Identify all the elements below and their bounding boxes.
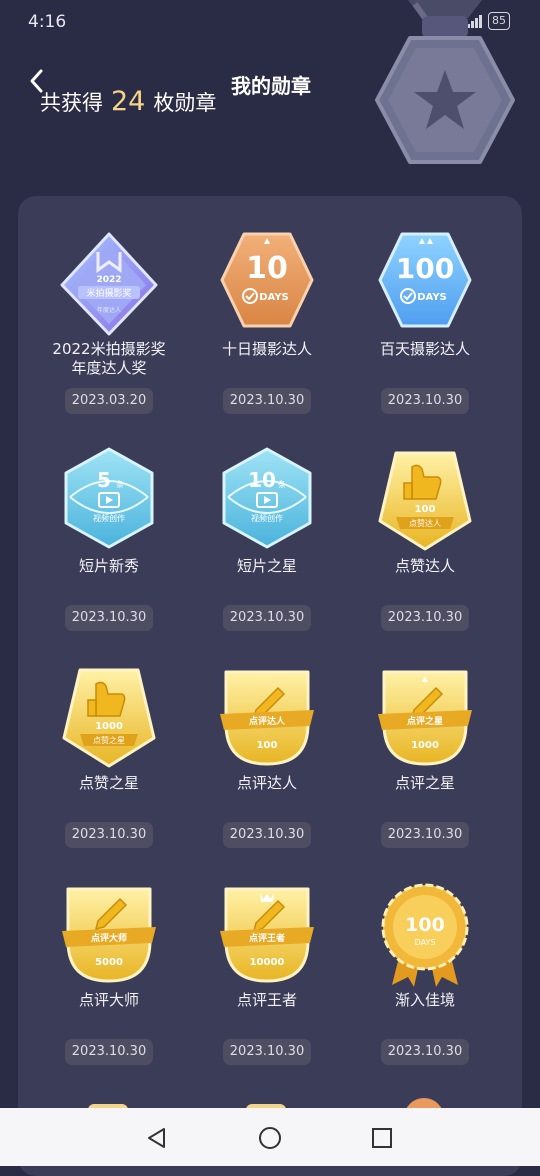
medal-icon-text: 10000 [250,957,285,968]
medal-icon-sub: 视频创作 [251,513,283,523]
summary-suffix: 枚勋章 [153,91,217,115]
medal-item[interactable]: 点评之星 1000 点评之星 2023.10.30 [346,664,504,864]
medal-name: 短片新秀 [78,557,139,575]
video-ten-medal-icon: 10 条 视频创作 [222,447,312,549]
medal-icon-sub: 点评王者 [249,932,285,944]
medal-summary: 共获得 24 枚勋章 [40,86,216,117]
medal-grid-panel: 2022 米拍摄影奖 年度达人 2022米拍摄影奖年度达人奖 2023.03.2… [18,196,522,1176]
medal-name: 渐入佳境 [394,991,455,1009]
medal-name: 点评王者 [236,991,297,1009]
medal-item[interactable]: 1000 点赞之星 点赞之星 2023.10.30 [30,664,188,864]
summary-prefix: 共获得 [40,91,103,115]
medal-icon-text: 100 [415,504,436,515]
medal-name: 点赞之星 [78,774,139,792]
medal-item[interactable]: 100 DAYS 百天摄影达人 2023.10.30 [346,230,504,430]
medal-date: 2023.10.30 [223,822,311,848]
medal-item[interactable]: 10 条 视频创作 短片之星 2023.10.30 [188,447,346,647]
medal-icon-text: 5 [97,468,111,492]
review-master-medal-icon: 点评大师 5000 [62,887,156,983]
medal-item[interactable]: 10 DAYS 十日摄影达人 2023.10.30 [188,230,346,430]
medal-item[interactable]: 2022 米拍摄影奖 年度达人 2022米拍摄影奖年度达人奖 2023.03.2… [30,230,188,430]
medal-icon-text: 1000 [411,740,439,751]
medal-icon-text: 100 [396,252,454,285]
medal-icon-sub: 点评大师 [91,932,127,944]
medal-icon-sub: 视频创作 [93,513,125,523]
status-time: 4:16 [28,12,67,32]
medal-date: 2023.10.30 [223,605,311,631]
medal-icon-sub: 点评之星 [407,715,443,727]
medal-item[interactable]: 100 DAYS 渐入佳境 2023.10.30 [346,881,504,1081]
medal-item[interactable]: 100 点赞达人 点赞达人 2023.10.30 [346,447,504,647]
medal-icon-sub: DAYS [415,938,436,947]
medal-item[interactable]: 点评王者 10000 点评王者 2023.10.30 [188,881,346,1081]
medal-name: 短片之星 [236,557,297,575]
medal-icon-text: 100 [405,914,445,936]
medal-date: 2023.10.30 [65,605,153,631]
review-king-medal-icon: 点评王者 10000 [220,887,314,983]
medal-date: 2023.10.30 [223,1039,311,1065]
medal-name: 点评大师 [78,991,139,1009]
medal-count: 24 [111,86,146,117]
medal-date: 2023.10.30 [381,388,469,414]
review-hundred-medal-icon: 点评达人 100 [220,670,314,766]
rosette-hundred-days-medal-icon: 100 DAYS [381,883,469,987]
medal-name: 点评之星 [394,774,455,792]
back-triangle-icon[interactable] [144,1125,170,1151]
medal-name: 2022米拍摄影奖年度达人奖 [52,340,166,377]
home-circle-icon[interactable] [257,1125,283,1151]
medal-icon-text: 5000 [95,957,123,968]
ten-days-medal-icon: 10 DAYS [220,232,314,328]
medal-icon-sub: 米拍摄影奖 [86,287,131,299]
medal-icon-text: 2022 [96,275,121,285]
medal-name: 百天摄影达人 [379,340,470,358]
medal-icon-text: 10 [246,251,288,286]
medal-icon-unit: 条 [278,479,286,489]
medal-item[interactable]: 点评达人 100 点评达人 2023.10.30 [188,664,346,864]
like-thousand-medal-icon: 1000 点赞之星 [62,668,156,768]
review-thousand-medal-icon: 点评之星 1000 [378,670,472,766]
medal-date: 2023.10.30 [381,605,469,631]
medal-icon-unit: 条 [116,479,124,489]
medal-date: 2023.10.30 [65,822,153,848]
recent-square-icon[interactable] [369,1125,395,1151]
medal-icon-text: 1000 [95,721,123,732]
system-nav-bar [0,1108,540,1166]
medal-date: 2023.10.30 [223,388,311,414]
medal-icon-sub: 点赞达人 [409,518,441,528]
medal-icon-text: 100 [257,740,278,751]
medal-icon-sub2: 年度达人 [97,306,121,314]
medal-name: 点赞达人 [394,557,455,575]
hundred-days-medal-icon: 100 DAYS [378,232,472,328]
page-title: 我的勋章 [231,74,311,98]
medal-date: 2023.03.20 [65,388,153,414]
medal-item[interactable]: 点评大师 5000 点评大师 2023.10.30 [30,881,188,1081]
medal-date: 2023.10.30 [65,1039,153,1065]
medal-icon-sub: 点赞之星 [93,735,125,745]
medal-item[interactable]: 5 条 视频创作 短片新秀 2023.10.30 [30,447,188,647]
medal-icon-text: 10 [248,468,276,492]
video-five-medal-icon: 5 条 视频创作 [64,447,154,549]
medal-name: 十日摄影达人 [221,340,312,358]
hero-star-medal-icon [375,0,515,164]
medal-date: 2023.10.30 [381,1039,469,1065]
medal-date: 2023.10.30 [381,822,469,848]
medal-icon-sub: 点评达人 [249,715,286,727]
photo-award-medal-icon: 2022 米拍摄影奖 年度达人 [60,232,158,336]
medal-icon-sub: DAYS [259,292,289,303]
medal-name: 点评达人 [236,774,297,792]
medal-icon-sub: DAYS [417,292,447,303]
like-hundred-medal-icon: 100 点赞达人 [378,451,472,551]
